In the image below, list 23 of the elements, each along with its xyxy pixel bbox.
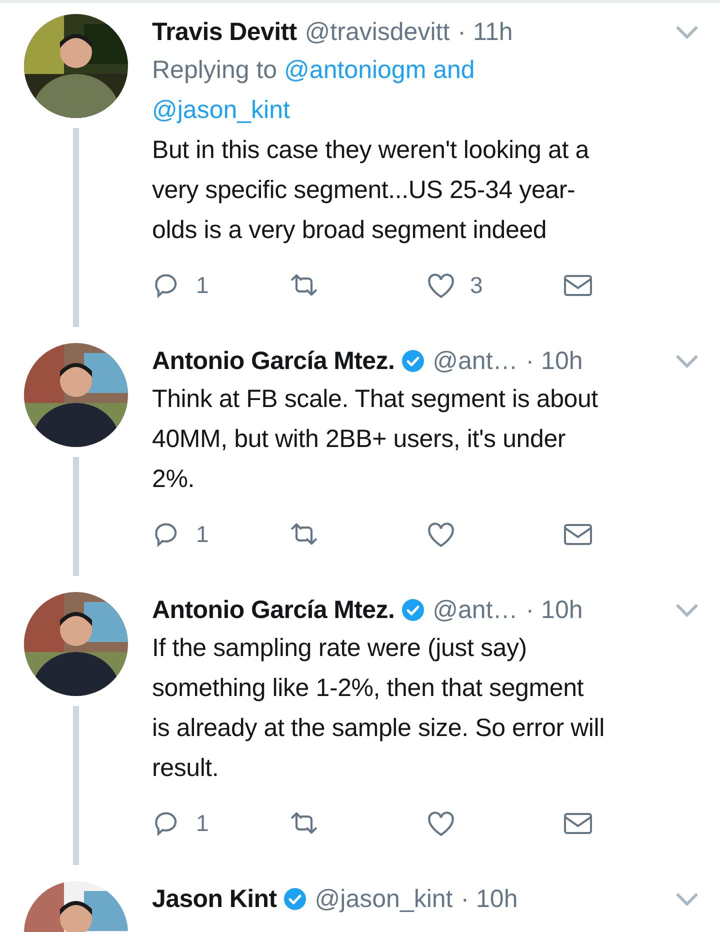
author-name[interactable]: Travis Devitt (152, 18, 297, 46)
tweet-text: But in this case they weren't looking at a very specific segment...US 25-34 year- olds is a very broad segment indeed (152, 135, 590, 246)
author-name[interactable]: Jason Kint (152, 884, 277, 914)
heart-icon[interactable] (426, 809, 456, 837)
author-name[interactable]: Antonio García Mtez. (152, 596, 395, 624)
like-count: 3 (470, 272, 483, 298)
author-handle: @jason_kint (314, 884, 453, 914)
timestamp: · 10h (460, 884, 518, 914)
replying-to-line: Replying to @antoniogm and @jason_kint (152, 55, 476, 126)
reply-count: 1 (196, 520, 209, 548)
timestamp: · 11h (458, 18, 513, 46)
author-handle: @travisdevitt (304, 18, 450, 46)
tweet-text: Think at FB scale. That segment is about 40MM, but with 2BB+ users, it's under 2%. (152, 384, 599, 495)
timestamp: · 10h (526, 346, 583, 376)
timestamp: · 10h (526, 596, 583, 624)
reply-count: 1 (196, 810, 209, 836)
tweet-text: If the sampling rate were (just say) something like 1-2%, then that segment is already at the sample size. So error will result. (152, 633, 606, 784)
author-handle: @ant… (432, 346, 518, 376)
author-name[interactable]: Antonio García Mtez. (152, 346, 395, 376)
reply-count: 1 (196, 272, 209, 298)
heart-icon[interactable] (426, 271, 456, 299)
heart-icon[interactable] (426, 520, 456, 548)
author-handle: @ant… (432, 596, 518, 624)
